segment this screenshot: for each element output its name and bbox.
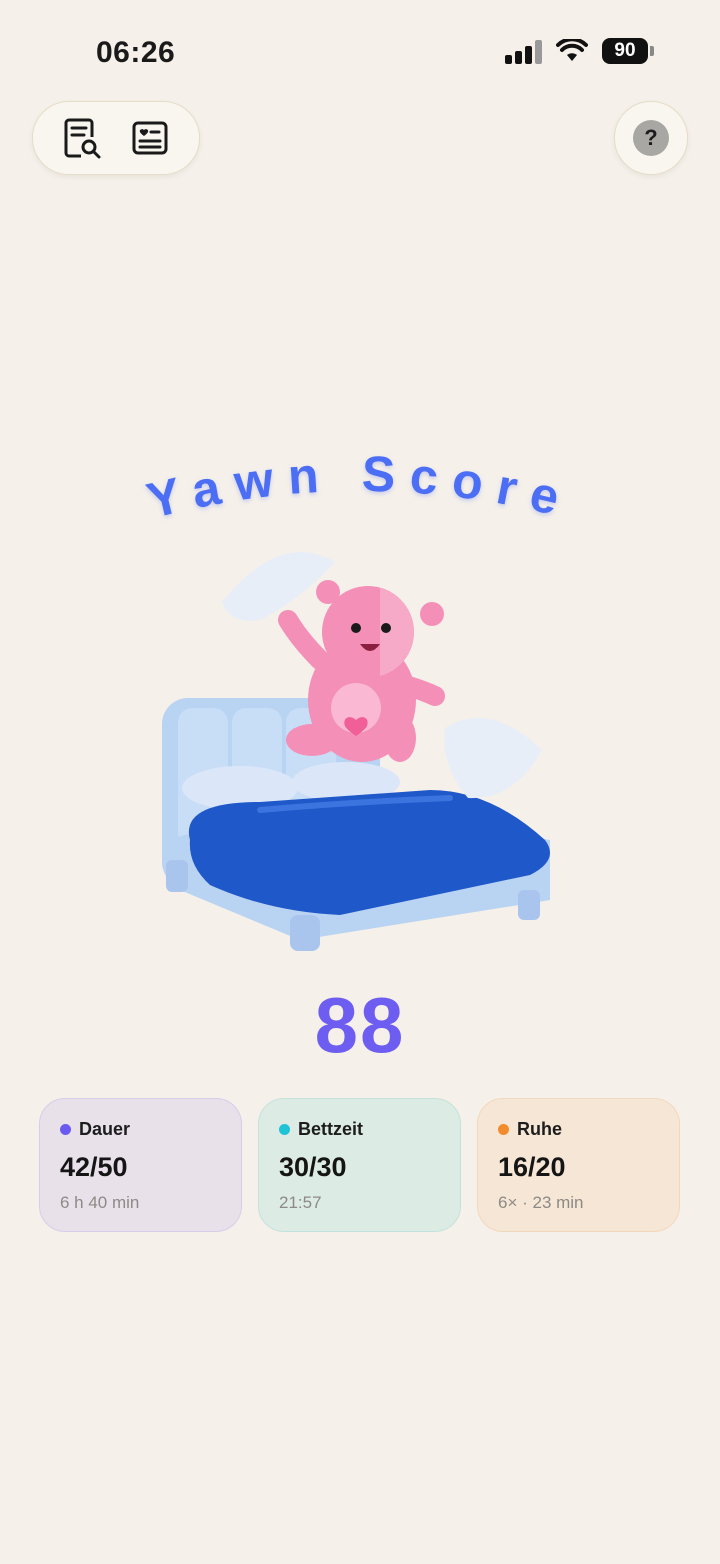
card-header: Ruhe [498,1119,659,1140]
card-detail: 21:57 [279,1193,322,1212]
report-button[interactable] [59,114,107,162]
battery-indicator: 90 [602,38,654,64]
top-left-toolbar [32,101,200,175]
bedtime-dot [279,1124,290,1135]
bedtime-card[interactable]: Bettzeit 30/30 21:57 [258,1098,461,1232]
card-header: Dauer [60,1119,221,1140]
score-breakdown: Dauer 42/50 6 h 40 min Bettzeit 30/30 21… [39,1098,680,1232]
document-search-icon [64,118,100,159]
journal-button[interactable] [126,114,174,162]
card-label: Bettzeit [298,1119,364,1139]
card-label: Dauer [79,1119,131,1139]
status-indicators: 90 [505,38,654,64]
svg-text:Yawn Score: Yawn Score [142,450,579,529]
help-icon: ? [633,120,669,156]
battery-cap [650,46,654,56]
wifi-icon [556,39,588,61]
bed-bear-illustration [162,552,550,951]
title-text: Yawn Score [142,450,565,529]
rest-card[interactable]: Ruhe 16/20 6× · 23 min [477,1098,680,1232]
duration-dot [60,1124,71,1135]
duration-card[interactable]: Dauer 42/50 6 h 40 min [39,1098,242,1232]
cellular-signal-icon [505,38,542,64]
status-time: 06:26 [96,36,176,69]
card-header: Bettzeit [279,1119,440,1140]
card-detail: 6× · 23 min [498,1193,584,1212]
heart-card-icon [132,121,167,155]
help-button[interactable]: ? [614,101,688,175]
yawn-score-title: Yawn Score [142,450,579,529]
card-detail: 6 h 40 min [60,1193,140,1212]
card-label: Ruhe [517,1119,562,1139]
card-score: 16/20 [498,1152,566,1182]
card-score: 30/30 [279,1152,347,1182]
yawn-score-value: 88 [314,981,406,1069]
rest-dot [498,1124,509,1135]
sleep-score-screen: 06:26 90 ? Yawn Score 88 Dauer 42/50 6 h… [0,0,720,1564]
battery-level: 90 [602,38,648,64]
card-score: 42/50 [60,1152,128,1182]
